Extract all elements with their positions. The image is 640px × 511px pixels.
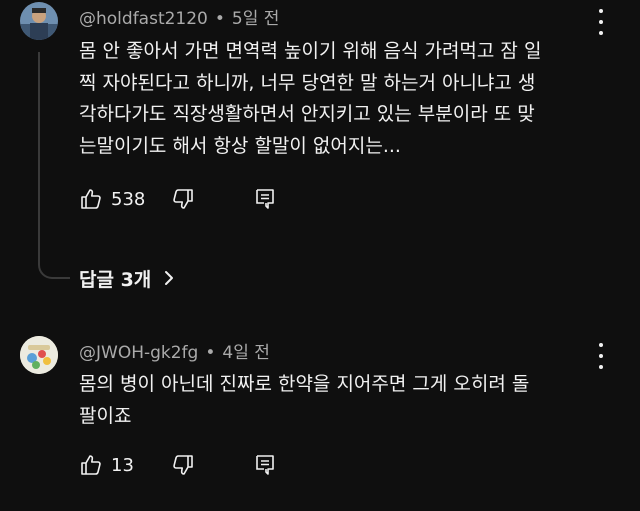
comment-time[interactable]: 5일 전	[232, 9, 280, 29]
like-button[interactable]: 13	[79, 451, 134, 479]
thread-line	[38, 52, 70, 279]
thumbs-up-icon	[81, 455, 101, 475]
more-vert-icon[interactable]	[594, 9, 608, 35]
like-count: 13	[111, 454, 134, 476]
comment-actions: 13	[79, 451, 379, 479]
comment-header: @JWOH-gk2fg • 4일 전	[79, 338, 270, 363]
avatar[interactable]	[20, 336, 58, 374]
comment-text-line: 찍 자야된다고 하니까, 너무 당연한 말 하는거 아니냐고 생	[79, 71, 536, 94]
thumbs-down-icon	[173, 455, 193, 475]
author-name[interactable]: @holdfast2120	[79, 9, 208, 29]
dislike-button[interactable]	[171, 185, 195, 213]
chevron-right-icon	[165, 271, 174, 285]
meta-separator: •	[214, 9, 225, 29]
avatar-image	[20, 2, 58, 40]
comment-text-line: 각하다가도 직장생활하면서 안지키고 있는 부분이라 또 맞	[79, 103, 535, 125]
reply-button[interactable]	[253, 451, 277, 479]
author-name[interactable]: @JWOH-gk2fg	[79, 343, 198, 363]
replies-label: 답글 3개	[79, 268, 152, 291]
dislike-button[interactable]	[171, 451, 195, 479]
reply-icon	[256, 455, 274, 475]
like-button[interactable]: 538	[79, 185, 145, 213]
avatar-image	[20, 336, 58, 374]
comment-text-line: 는말이기도 해서 항상 할말이 없어지는...	[79, 134, 401, 157]
avatar[interactable]	[20, 2, 58, 40]
comment-text-line: 팔이죠	[79, 404, 132, 427]
comment-text-line: 몸의 병이 아닌데 진짜로 한약을 지어주면 그게 오히려 돌	[79, 373, 530, 395]
replies-toggle[interactable]: 답글 3개	[79, 264, 175, 292]
comment-header: @holdfast2120 • 5일 전	[79, 4, 279, 29]
meta-separator: •	[205, 343, 216, 363]
comment-text-line: 몸 안 좋아서 가면 면역력 높이기 위해 음식 가려먹고 잠 일	[79, 40, 542, 62]
reply-button[interactable]	[253, 185, 277, 213]
comment-text: 몸의 병이 아닌데 진짜로 한약을 지어주면 그게 오히려 돌 팔이죠	[79, 369, 624, 432]
more-vert-icon[interactable]	[594, 343, 608, 369]
reply-icon	[256, 189, 274, 209]
comment-time[interactable]: 4일 전	[222, 343, 270, 363]
thumbs-down-icon	[173, 189, 193, 209]
comment-actions: 538	[79, 185, 379, 213]
like-count: 538	[111, 188, 146, 210]
thumbs-up-icon	[81, 189, 101, 209]
comment-text: 몸 안 좋아서 가면 면역력 높이기 위해 음식 가려먹고 잠 일 찍 자야된다…	[79, 36, 624, 162]
